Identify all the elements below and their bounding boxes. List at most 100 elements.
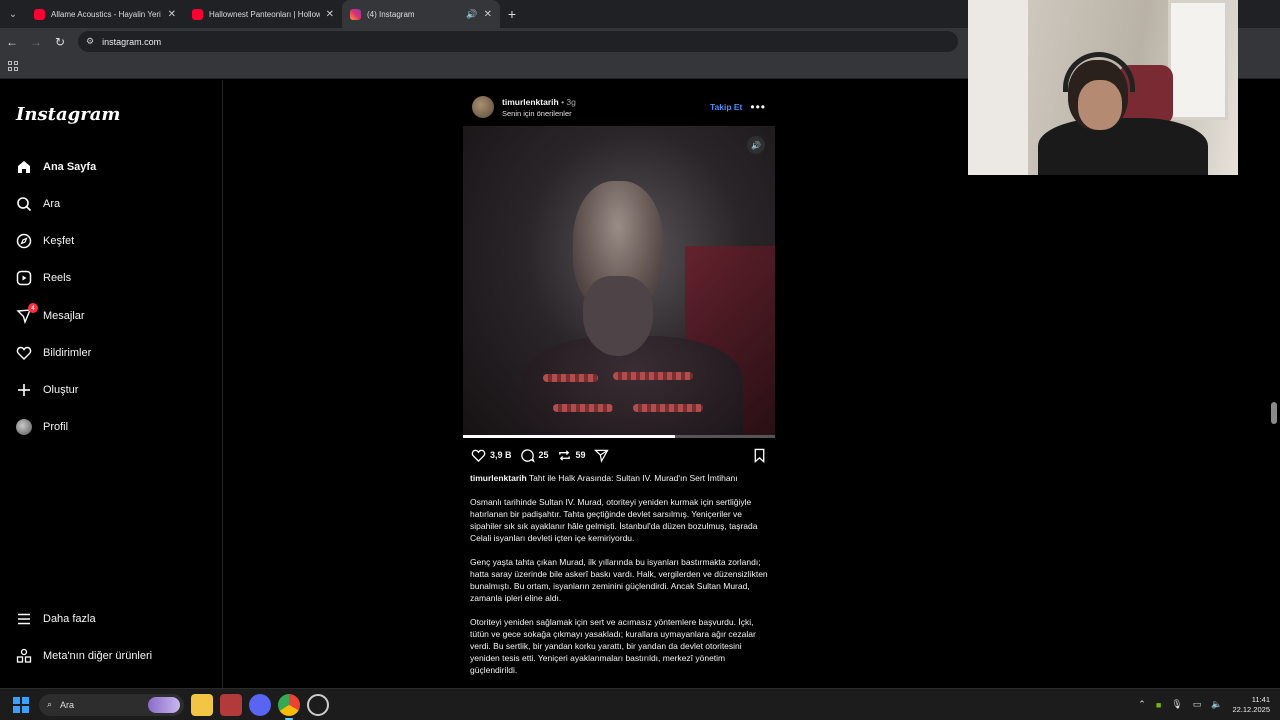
clock-time: 11:41	[1251, 694, 1270, 704]
chrome-icon[interactable]	[278, 693, 300, 720]
sidebar-item-notifications[interactable]: Bildirimler	[16, 341, 91, 365]
sidebar-item-label: Daha fazla	[43, 613, 96, 625]
apps-grid-icon[interactable]	[8, 61, 18, 71]
sidebar-item-messages[interactable]: 4 Mesajlar	[16, 303, 85, 328]
more-options-icon[interactable]: •••	[750, 100, 766, 114]
share-icon	[593, 449, 609, 463]
sidebar-item-profile[interactable]: Profil	[16, 415, 68, 439]
discord-icon[interactable]	[249, 693, 271, 716]
search-icon	[16, 196, 32, 212]
bookmark-icon	[754, 448, 765, 463]
sidebar-item-explore[interactable]: Keşfet	[16, 229, 74, 253]
meta-products-icon	[16, 648, 32, 664]
url-text: instagram.com	[102, 36, 162, 47]
close-icon[interactable]: ✕	[484, 9, 492, 20]
sidebar-item-create[interactable]: Oluştur	[16, 378, 78, 402]
post-header: timurlenktarih • 3g Senin için önerilenl…	[463, 88, 775, 126]
sidebar-item-label: Bildirimler	[43, 347, 92, 359]
home-icon	[16, 159, 32, 175]
reload-icon[interactable]: ↻	[48, 35, 72, 49]
sidebar-item-label: Mesajlar	[43, 310, 85, 322]
messenger-icon: 4	[16, 303, 38, 324]
sidebar-item-reels[interactable]: Reels	[16, 266, 71, 290]
network-icon[interactable]: ▭	[1193, 699, 1202, 710]
instagram-icon	[350, 8, 361, 20]
save-button[interactable]	[752, 448, 767, 463]
sidebar-item-label: Ara	[43, 198, 61, 210]
caption-paragraph: Otoriteyi yeniden sağlamak için sert ve …	[470, 617, 756, 675]
forward-arrow-icon[interactable]: →	[24, 35, 48, 49]
tab-search-chevron-icon[interactable]: ⌄	[0, 0, 26, 28]
chevron-up-icon[interactable]: ⌃	[1138, 699, 1146, 710]
close-icon[interactable]: ✕	[168, 9, 176, 20]
like-button[interactable]: 3,9 B	[471, 448, 512, 463]
caption-username[interactable]: timurlenktarih	[470, 473, 527, 483]
taskbar-search[interactable]: ⌕ Ara	[39, 693, 184, 716]
sidebar-item-label: Oluştur	[43, 384, 79, 396]
comment-button[interactable]: 25	[520, 448, 549, 463]
comment-icon	[520, 448, 535, 463]
page-scrollbar[interactable]	[1268, 80, 1280, 688]
tab-label: (4) Instagram	[367, 9, 415, 19]
compass-icon	[16, 233, 32, 249]
notification-badge: 4	[28, 303, 38, 313]
clock[interactable]: 11:41 22.12.2025	[1232, 695, 1270, 715]
windows-start-icon[interactable]	[13, 696, 29, 713]
post-time: 3g	[566, 96, 576, 107]
instagram-logo[interactable]: Instagram	[16, 104, 120, 125]
follow-button[interactable]: Takip Et	[710, 102, 742, 112]
steam-icon[interactable]	[307, 693, 329, 716]
scroll-thumb[interactable]	[1271, 402, 1277, 424]
speaker-icon[interactable]: 🔊	[466, 9, 477, 20]
game-app-icon[interactable]	[220, 693, 242, 716]
site-info-icon[interactable]: ⚙	[86, 36, 94, 47]
system-tray: ⌃ ■ 🎙 ▭ 🔈 11:41 22.12.2025	[1138, 695, 1280, 715]
new-tab-button[interactable]: +	[500, 6, 524, 22]
nvidia-icon[interactable]: ■	[1156, 700, 1161, 710]
plus-icon	[16, 382, 32, 398]
browser-tab-1[interactable]: Allame Acoustics - Hayalin Yeri ✕	[26, 0, 184, 28]
profile-avatar-icon	[16, 419, 32, 435]
heart-icon	[471, 449, 486, 462]
browser-tab-3[interactable]: (4) Instagram 🔊 ✕	[342, 0, 500, 28]
sidebar-item-label: Profil	[43, 421, 69, 433]
volume-icon[interactable]: 🔈	[1211, 699, 1222, 710]
tab-label: Allame Acoustics - Hayalin Yeri	[51, 9, 161, 19]
youtube-icon	[192, 8, 203, 20]
suggested-label: Senin için önerilenler	[502, 108, 572, 118]
feed-post: timurlenktarih • 3g Senin için önerilenl…	[463, 88, 775, 688]
tab-label: Hallownest Panteonları | Hollow	[209, 9, 320, 19]
share-button[interactable]	[593, 448, 609, 463]
sidebar-item-label: Meta'nın diğer ürünleri	[43, 650, 153, 662]
repost-button[interactable]: 59	[557, 448, 586, 463]
sidebar-item-more[interactable]: Daha fazla	[16, 607, 96, 631]
post-caption: timurlenktarih Taht ile Halk Arasında: S…	[463, 472, 775, 676]
search-icon: ⌕	[47, 699, 53, 709]
audio-toggle-icon[interactable]: 🔊	[747, 136, 765, 154]
sidebar: Instagram Ana Sayfa Ara Keşfet Reels 4 M…	[0, 80, 223, 688]
avatar[interactable]	[472, 96, 494, 118]
caption-title: Taht ile Halk Arasında: Sultan IV. Murad…	[528, 473, 738, 483]
post-video[interactable]: 🔊	[463, 126, 775, 438]
microphone-icon[interactable]: 🎙	[1171, 699, 1182, 710]
address-bar[interactable]: ⚙ instagram.com	[78, 31, 958, 52]
caption-paragraph: Osmanlı tarihinde Sultan IV. Murad, otor…	[470, 497, 758, 543]
post-username[interactable]: timurlenktarih	[502, 97, 559, 107]
file-explorer-icon[interactable]	[191, 693, 213, 716]
sidebar-item-search[interactable]: Ara	[16, 192, 60, 216]
like-count: 3,9 B	[490, 450, 512, 460]
sidebar-item-label: Ana Sayfa	[43, 161, 97, 173]
close-icon[interactable]: ✕	[326, 9, 334, 20]
sidebar-item-meta-products[interactable]: Meta'nın diğer ürünleri	[16, 644, 152, 668]
reels-icon	[16, 270, 32, 286]
taskbar-search-label: Ara	[60, 699, 75, 710]
browser-tab-2[interactable]: Hallownest Panteonları | Hollow ✕	[184, 0, 342, 28]
sidebar-item-label: Keşfet	[43, 235, 75, 247]
repost-icon	[558, 449, 570, 461]
video-progress-bar[interactable]	[463, 435, 775, 438]
comment-count: 25	[538, 450, 549, 460]
menu-icon	[16, 611, 32, 627]
sidebar-item-home[interactable]: Ana Sayfa	[16, 155, 96, 179]
back-arrow-icon[interactable]: ←	[0, 35, 24, 49]
sidebar-item-label: Reels	[43, 272, 72, 284]
